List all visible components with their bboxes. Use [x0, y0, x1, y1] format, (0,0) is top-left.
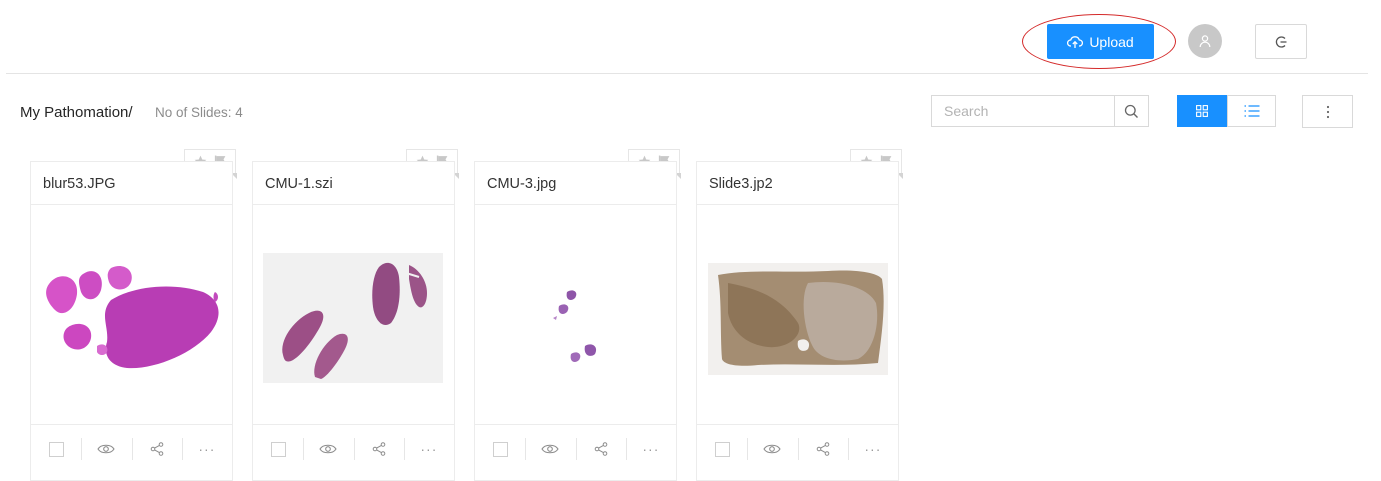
slide-title: Slide3.jp2: [709, 176, 773, 192]
list-view-button[interactable]: [1227, 95, 1276, 127]
grid-view-icon: [1196, 105, 1208, 117]
slide-thumbnail[interactable]: [263, 253, 443, 383]
more-icon[interactable]: ···: [420, 441, 437, 457]
card-actions: ···: [697, 434, 898, 464]
grid-view-button[interactable]: [1177, 95, 1227, 127]
card-divider: [31, 424, 232, 425]
breadcrumb-label: My Pathomation/: [20, 104, 133, 121]
more-options-button[interactable]: [1302, 95, 1353, 128]
search-input[interactable]: [931, 95, 1114, 127]
slide-card[interactable]: CMU-3.jpg ···: [474, 161, 677, 481]
card-divider: [697, 424, 898, 425]
slide-title: blur53.JPG: [43, 176, 116, 192]
card-divider: [253, 204, 454, 205]
card-divider: [31, 204, 232, 205]
card-actions: ···: [253, 434, 454, 464]
share-icon[interactable]: [816, 442, 830, 456]
slide-card[interactable]: Slide3.jp2 ···: [696, 161, 899, 481]
card-divider: [253, 424, 454, 425]
share-icon[interactable]: [372, 442, 386, 456]
slide-card[interactable]: CMU-1.szi ···: [252, 161, 455, 481]
more-icon[interactable]: ···: [642, 441, 659, 457]
more-vertical-icon: [1326, 105, 1329, 118]
select-checkbox[interactable]: [48, 441, 64, 457]
upload-label: Upload: [1089, 33, 1134, 50]
select-checkbox[interactable]: [714, 441, 730, 457]
view-icon[interactable]: [541, 443, 560, 455]
select-checkbox[interactable]: [270, 441, 286, 457]
upload-button[interactable]: Upload: [1047, 24, 1154, 59]
slide-thumbnail[interactable]: [708, 263, 888, 375]
logout-button[interactable]: [1255, 24, 1307, 59]
search-button[interactable]: [1114, 95, 1149, 127]
more-icon[interactable]: ···: [864, 441, 881, 457]
view-icon[interactable]: [319, 443, 338, 455]
card-divider: [475, 424, 676, 425]
slide-title: CMU-3.jpg: [487, 176, 557, 192]
breadcrumb[interactable]: My Pathomation/: [20, 104, 133, 121]
slide-count: No of Slides: 4: [155, 105, 243, 120]
card-divider: [697, 204, 898, 205]
slide-title: CMU-1.szi: [265, 176, 333, 192]
card-actions: ···: [31, 434, 232, 464]
card-actions: ···: [475, 434, 676, 464]
view-icon[interactable]: [763, 443, 782, 455]
slide-thumbnail[interactable]: [545, 286, 605, 370]
slide-card[interactable]: blur53.JPG ···: [30, 161, 233, 481]
cloud-upload-icon: [1067, 35, 1084, 48]
slide-thumbnail[interactable]: [43, 262, 223, 374]
user-icon: [1199, 35, 1211, 48]
share-icon[interactable]: [150, 442, 164, 456]
card-divider: [475, 204, 676, 205]
header-divider: [6, 73, 1368, 74]
list-view-icon: [1244, 105, 1259, 117]
search-icon: [1124, 104, 1138, 118]
avatar[interactable]: [1188, 24, 1222, 58]
more-icon[interactable]: ···: [198, 441, 215, 457]
select-checkbox[interactable]: [492, 441, 508, 457]
view-icon[interactable]: [97, 443, 116, 455]
share-icon[interactable]: [594, 442, 608, 456]
logout-icon: [1275, 35, 1287, 48]
